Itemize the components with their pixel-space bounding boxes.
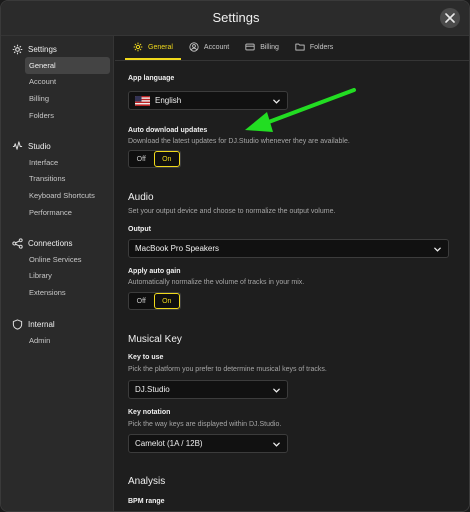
window-title: Settings bbox=[212, 10, 260, 25]
waveform-icon bbox=[12, 140, 23, 150]
tab-general[interactable]: General bbox=[125, 36, 181, 60]
key-to-use-label: Key to use bbox=[128, 354, 164, 361]
sidebar-item-general[interactable]: General bbox=[25, 57, 110, 74]
chevron-down-icon bbox=[273, 442, 280, 447]
analysis-heading: Analysis bbox=[128, 476, 166, 487]
sidebar-item-folders[interactable]: Folders bbox=[25, 107, 110, 124]
sidebar-group-studio: Studio Interface Transitions Keyboard Sh… bbox=[1, 138, 114, 220]
tab-label: Folders bbox=[309, 43, 334, 51]
sidebar-group-label: Studio bbox=[28, 141, 51, 151]
tab-billing[interactable]: Billing bbox=[237, 36, 287, 60]
sidebar-group-label: Settings bbox=[28, 44, 57, 54]
sidebar-item-billing[interactable]: Billing bbox=[25, 90, 110, 107]
toggle-off-option[interactable]: Off bbox=[129, 293, 154, 309]
tab-account[interactable]: Account bbox=[181, 36, 237, 60]
sidebar-item-library[interactable]: Library bbox=[25, 268, 110, 285]
tab-divider bbox=[115, 60, 469, 61]
sidebar-group-header: Connections bbox=[1, 235, 114, 251]
sidebar-group-label: Connections bbox=[28, 238, 73, 248]
output-label: Output bbox=[128, 226, 151, 233]
sidebar-item-online-services[interactable]: Online Services bbox=[25, 251, 110, 268]
key-source-select[interactable]: DJ.Studio bbox=[128, 380, 288, 399]
sidebar-item-extensions[interactable]: Extensions bbox=[25, 284, 110, 301]
title-bar: Settings bbox=[1, 1, 469, 36]
gear-icon bbox=[133, 42, 143, 52]
sidebar-group-settings: Settings General Account Billing Folders bbox=[1, 41, 114, 123]
gear-icon bbox=[12, 44, 23, 54]
share-icon bbox=[12, 237, 23, 249]
settings-content: General Account Billing Folders App lang… bbox=[115, 36, 469, 511]
user-icon bbox=[189, 42, 199, 52]
key-notation-label: Key notation bbox=[128, 409, 171, 416]
tab-label: Account bbox=[203, 43, 230, 51]
app-language-select[interactable]: English bbox=[128, 91, 288, 110]
sidebar-group-header: Internal bbox=[1, 316, 114, 332]
audio-heading: Audio bbox=[128, 192, 154, 203]
toggle-on-option[interactable]: On bbox=[153, 293, 180, 309]
close-button[interactable] bbox=[440, 8, 460, 28]
tab-label: General bbox=[148, 43, 173, 51]
app-language-value: English bbox=[155, 96, 182, 105]
sidebar-group-connections: Connections Online Services Library Exte… bbox=[1, 235, 114, 301]
tab-folders[interactable]: Folders bbox=[287, 36, 341, 60]
key-source-value: DJ.Studio bbox=[135, 385, 170, 394]
auto-gain-label: Apply auto gain bbox=[128, 268, 181, 275]
auto-download-label: Auto download updates bbox=[128, 127, 208, 134]
sidebar-item-performance[interactable]: Performance bbox=[25, 204, 110, 221]
sidebar-group-internal: Internal Admin bbox=[1, 316, 114, 349]
chevron-down-icon bbox=[273, 99, 280, 104]
sidebar-item-interface[interactable]: Interface bbox=[25, 154, 110, 171]
bpm-range-label: BPM range bbox=[128, 498, 165, 505]
auto-download-toggle[interactable]: Off On bbox=[128, 150, 181, 168]
us-flag-icon bbox=[135, 95, 150, 106]
key-notation-value: Camelot (1A / 12B) bbox=[135, 439, 203, 448]
tab-bar: General Account Billing Folders bbox=[125, 36, 341, 60]
chevron-down-icon bbox=[273, 388, 280, 393]
key-notation-select[interactable]: Camelot (1A / 12B) bbox=[128, 434, 288, 453]
sidebar-item-keyboard-shortcuts[interactable]: Keyboard Shortcuts bbox=[25, 187, 110, 204]
key-to-use-description: Pick the platform you prefer to determin… bbox=[128, 366, 327, 373]
tab-label: Billing bbox=[260, 43, 279, 51]
auto-gain-toggle[interactable]: Off On bbox=[128, 292, 181, 310]
sidebar-item-transitions[interactable]: Transitions bbox=[25, 171, 110, 188]
sidebar-item-admin[interactable]: Admin bbox=[25, 332, 110, 349]
key-notation-description: Pick the way keys are displayed within D… bbox=[128, 421, 282, 428]
musical-key-heading: Musical Key bbox=[128, 334, 182, 345]
close-icon bbox=[445, 13, 455, 23]
toggle-on-option[interactable]: On bbox=[153, 151, 180, 167]
output-device-value: MacBook Pro Speakers bbox=[135, 244, 220, 253]
sidebar: Settings General Account Billing Folders… bbox=[1, 36, 114, 511]
sidebar-group-header: Settings bbox=[1, 41, 114, 57]
app-language-label: App language bbox=[128, 75, 175, 82]
chevron-down-icon bbox=[434, 247, 441, 252]
sidebar-item-account[interactable]: Account bbox=[25, 74, 110, 91]
toggle-off-option[interactable]: Off bbox=[129, 151, 154, 167]
auto-download-description: Download the latest updates for DJ.Studi… bbox=[128, 138, 350, 145]
folder-icon bbox=[295, 43, 305, 51]
auto-gain-description: Automatically normalize the volume of tr… bbox=[128, 279, 305, 286]
card-icon bbox=[245, 43, 255, 51]
settings-window: Settings Settings General Account Billin… bbox=[0, 0, 470, 512]
shield-icon bbox=[12, 318, 23, 330]
sidebar-group-label: Internal bbox=[28, 319, 55, 329]
sidebar-group-header: Studio bbox=[1, 138, 114, 154]
output-device-select[interactable]: MacBook Pro Speakers bbox=[128, 239, 449, 258]
audio-description: Set your output device and choose to nor… bbox=[128, 208, 336, 215]
